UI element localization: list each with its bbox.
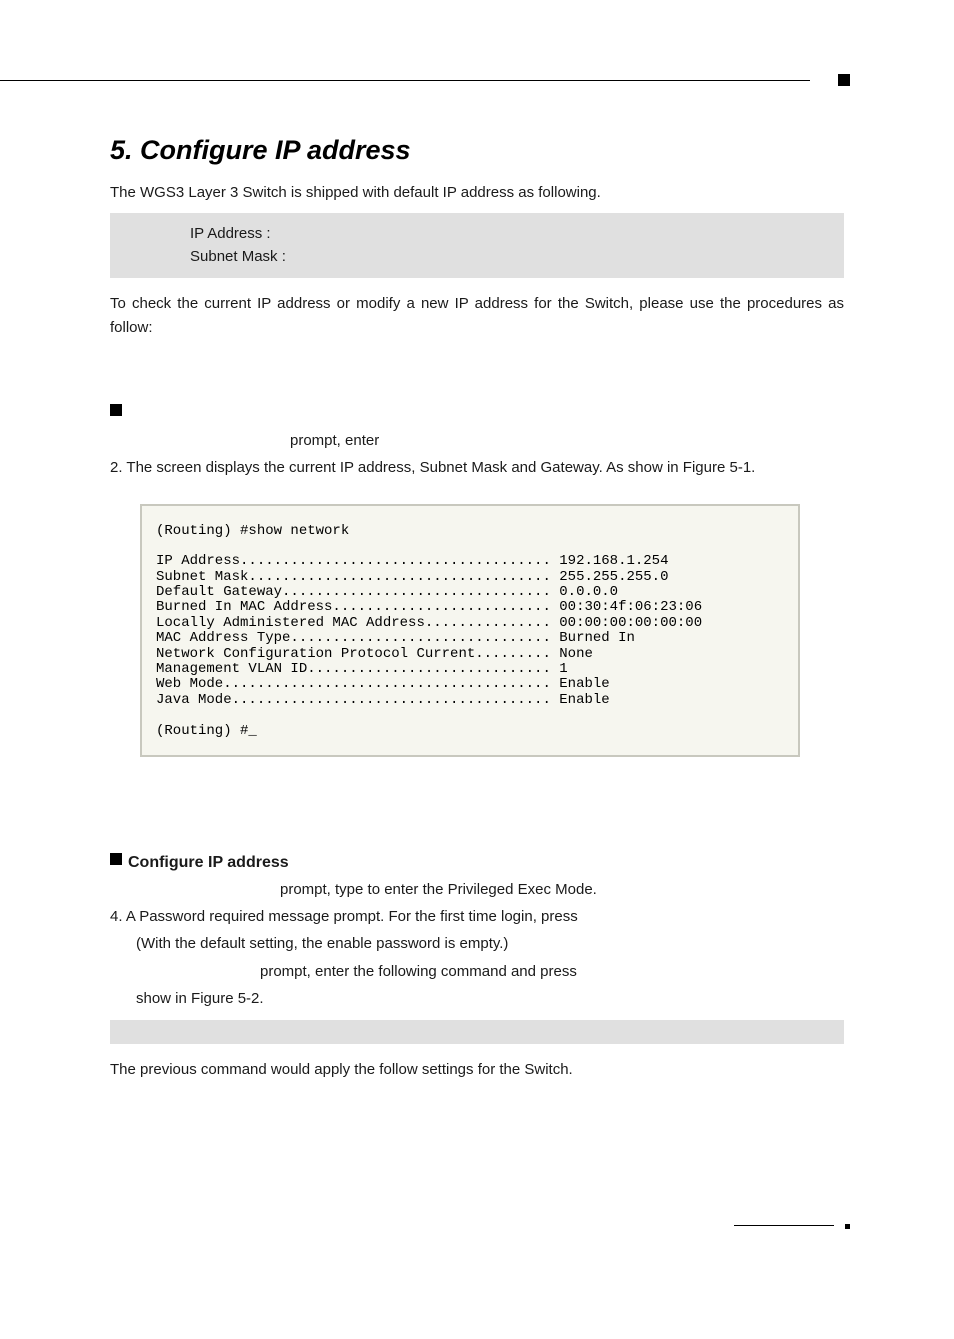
header-rule [0, 80, 810, 81]
command-box [110, 1020, 844, 1044]
bullet-square-icon [110, 853, 122, 865]
step-2: 2. The screen displays the current IP ad… [110, 456, 844, 479]
default-subnet-line: Subnet Mask : [190, 246, 826, 269]
document-page: 5. Configure IP address The WGS3 Layer 3… [0, 0, 954, 1339]
step-5a: prompt, enter the following command and … [110, 960, 844, 983]
configure-ip-subhead: Configure IP address [110, 853, 844, 872]
footer-rule [734, 1225, 834, 1226]
page-header-marker [838, 74, 850, 86]
step-3: prompt, type to enter the Privileged Exe… [110, 878, 844, 901]
step-1: prompt, enter [110, 429, 844, 452]
show-ip-subhead [110, 404, 844, 423]
procedure-intro: To check the current IP address or modif… [110, 292, 844, 340]
closing-text: The previous command would apply the fol… [110, 1058, 844, 1082]
bullet-square-icon [110, 404, 122, 416]
section-heading: 5. Configure IP address [110, 135, 844, 166]
step-4b: (With the default setting, the enable pa… [110, 932, 844, 955]
terminal-output: (Routing) #show network IP Address......… [140, 504, 800, 757]
step-5b: show in Figure 5-2. [110, 987, 844, 1010]
intro-text: The WGS3 Layer 3 Switch is shipped with … [110, 181, 844, 205]
figure-caption: Figure 5-1 [110, 773, 844, 789]
default-ip-line: IP Address : [190, 223, 826, 246]
default-ip-box: IP Address : Subnet Mask : [110, 213, 844, 278]
page-footer-marker [845, 1224, 850, 1229]
step-4a: 4. A Password required message prompt. F… [110, 905, 844, 928]
